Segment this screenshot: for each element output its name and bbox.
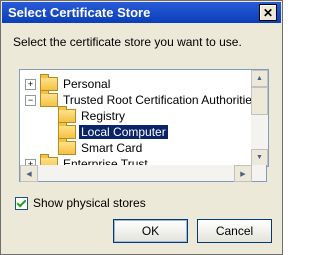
window-title: Select Certificate Store — [8, 5, 151, 20]
tree-item-personal[interactable]: + Personal — [25, 74, 112, 92]
instruction-text: Select the certificate store you want to… — [13, 35, 242, 49]
dialog-window: Select Certificate Store ✕ Select the ce… — [0, 0, 283, 255]
collapse-icon[interactable]: − — [25, 95, 36, 106]
checkbox-label: Show physical stores — [33, 196, 146, 210]
tree-item-label: Trusted Root Certification Authorities — [63, 93, 258, 107]
folder-icon — [58, 106, 76, 123]
close-icon: ✕ — [262, 5, 274, 20]
left-arrow-icon: ◀ — [26, 170, 32, 178]
tree-item-smart-card[interactable]: Smart Card — [58, 138, 144, 156]
scroll-up-button[interactable]: ▲ — [251, 70, 268, 87]
down-arrow-icon: ▼ — [256, 154, 263, 161]
right-arrow-icon: ▶ — [240, 170, 246, 178]
cancel-button[interactable]: Cancel — [197, 219, 272, 243]
folder-icon — [40, 90, 58, 107]
scroll-down-button[interactable]: ▼ — [251, 149, 268, 166]
folder-icon — [58, 138, 76, 155]
up-arrow-icon: ▲ — [256, 75, 263, 82]
horizontal-scrollbar[interactable]: ◀ ▶ — [19, 165, 267, 182]
scroll-thumb[interactable] — [251, 87, 268, 115]
tree-item-label: Local Computer — [78, 124, 169, 140]
ok-button[interactable]: OK — [113, 219, 188, 243]
tree-item-label: Personal — [63, 77, 111, 91]
expand-icon[interactable]: + — [25, 79, 36, 90]
title-bar[interactable]: Select Certificate Store ✕ — [2, 2, 281, 23]
close-button[interactable]: ✕ — [259, 4, 277, 21]
folder-icon — [40, 74, 58, 91]
show-physical-stores-checkbox[interactable] — [15, 196, 28, 210]
certificate-store-tree[interactable]: + Personal − Trusted Root Certification … — [19, 69, 269, 167]
scroll-left-button[interactable]: ◀ — [20, 165, 38, 182]
tree-item-label: Smart Card — [81, 141, 143, 155]
vertical-scrollbar[interactable]: ▲ ▼ — [251, 70, 268, 166]
tree-item-local-computer[interactable]: Local Computer — [58, 122, 169, 140]
folder-icon — [58, 122, 76, 139]
scroll-right-button[interactable]: ▶ — [234, 165, 252, 182]
tree-item-registry[interactable]: Registry — [58, 106, 127, 124]
tree-item-label: Registry — [81, 109, 126, 123]
show-physical-stores-option[interactable]: Show physical stores — [15, 196, 146, 210]
